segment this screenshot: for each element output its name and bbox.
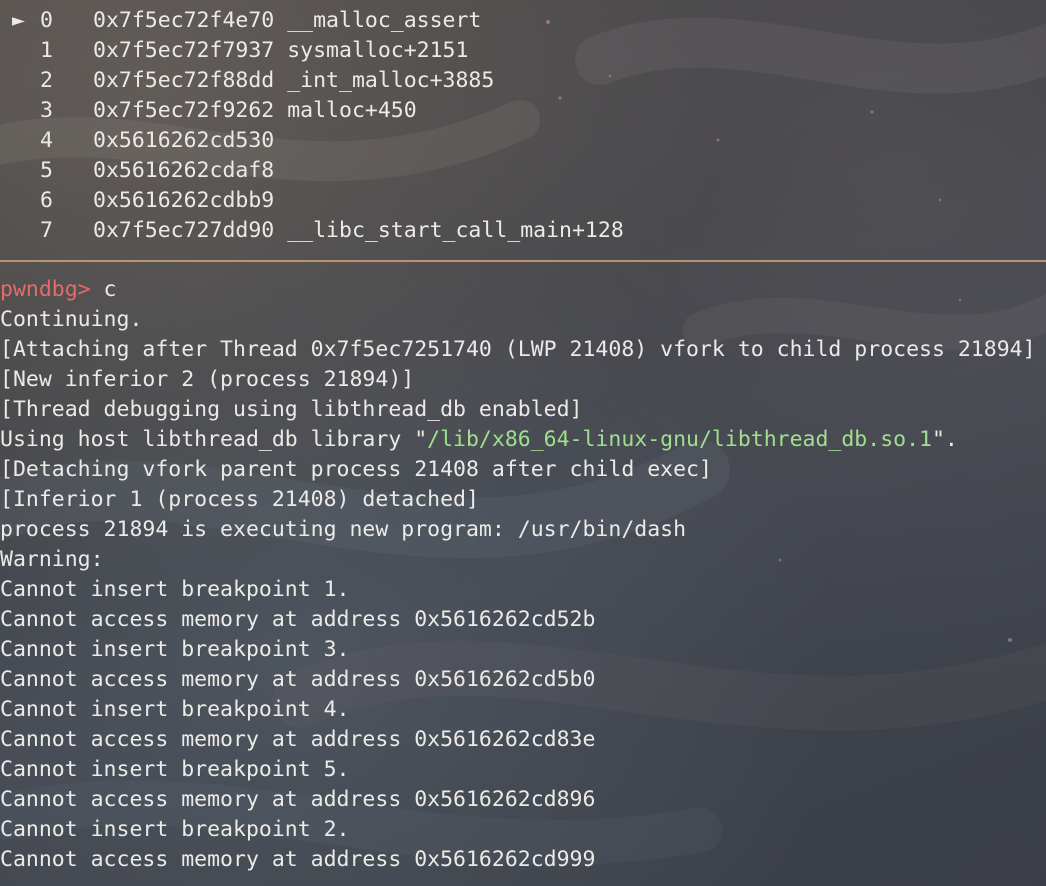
output-line: Cannot insert breakpoint 1.: [0, 577, 350, 602]
frame-address: 0x5616262cd530: [93, 128, 275, 153]
pwndbg-prompt: pwndbg>: [0, 277, 91, 302]
output-line: Cannot access memory at address 0x561626…: [0, 667, 596, 692]
output-line: Cannot access memory at address 0x561626…: [0, 787, 596, 812]
output-line: [Attaching after Thread 0x7f5ec7251740 (…: [0, 337, 1036, 362]
output-line: [New inferior 2 (process 21894)]: [0, 367, 415, 392]
backtrace-frame: ► 0 0x7f5ec72f4e70 __malloc_assert: [0, 6, 1046, 36]
current-frame-marker: [0, 186, 30, 216]
output-before: Continuing. [Attaching after Thread 0x7f5…: [0, 305, 1046, 425]
output-line: Warning:: [0, 547, 104, 572]
current-frame-marker: [0, 66, 30, 96]
current-frame-marker: ►: [12, 8, 25, 33]
output-after: [Detaching vfork parent process 21408 af…: [0, 455, 1046, 875]
output-line: Cannot access memory at address 0x561626…: [0, 607, 596, 632]
backtrace-frame: 6 0x5616262cdbb9: [0, 186, 1046, 216]
frame-symbol: __malloc_assert: [287, 8, 482, 33]
frame-symbol: sysmalloc+2151: [287, 38, 469, 63]
backtrace-frame: 1 0x7f5ec72f7937 sysmalloc+2151: [0, 36, 1046, 66]
frame-index: 5: [40, 158, 53, 183]
output-line: Cannot insert breakpoint 4.: [0, 697, 350, 722]
frame-index: 6: [40, 188, 53, 213]
output-line: [Thread debugging using libthread_db ena…: [0, 397, 583, 422]
frame-index: 2: [40, 68, 53, 93]
backtrace-frame: 3 0x7f5ec72f9262 malloc+450: [0, 96, 1046, 126]
frame-address: 0x7f5ec72f7937: [93, 38, 275, 63]
library-path: /lib/x86_64-linux-gnu/libthread_db.so.1: [427, 427, 932, 452]
frame-address: 0x7f5ec72f88dd: [93, 68, 275, 93]
backtrace-frame: 2 0x7f5ec72f88dd _int_malloc+3885: [0, 66, 1046, 96]
current-frame-marker: [0, 96, 30, 126]
frame-index: 0: [40, 8, 53, 33]
frame-symbol: __libc_start_call_main+128: [287, 218, 624, 243]
frame-address: 0x7f5ec72f4e70: [93, 8, 275, 33]
output-line: Cannot insert breakpoint 2.: [0, 817, 350, 842]
frame-address: 0x7f5ec727dd90: [93, 218, 275, 243]
frame-index: 4: [40, 128, 53, 153]
frame-address: 0x7f5ec72f9262: [93, 98, 275, 123]
frame-index: 1: [40, 38, 53, 63]
frame-address: 0x5616262cdbb9: [93, 188, 275, 213]
terminal[interactable]: ► 0 0x7f5ec72f4e70 __malloc_assert 1 0x7f5ec7…: [0, 6, 1046, 875]
host-lib-prefix: Using host libthread_db library ": [0, 427, 428, 452]
current-frame-marker: [0, 36, 30, 66]
output-line: Cannot access memory at address 0x561626…: [0, 727, 596, 752]
output-line: process 21894 is executing new program: …: [0, 517, 687, 542]
separator-line: [0, 260, 1046, 262]
current-frame-marker: [0, 156, 30, 186]
output-line: [Detaching vfork parent process 21408 af…: [0, 457, 712, 482]
frame-index: 7: [40, 218, 53, 243]
current-frame-marker: [0, 216, 30, 246]
current-frame-marker: [0, 126, 30, 156]
backtrace-frame: 4 0x5616262cd530: [0, 126, 1046, 156]
output-line: Cannot insert breakpoint 5.: [0, 757, 350, 782]
backtrace: ► 0 0x7f5ec72f4e70 __malloc_assert 1 0x7f5ec7…: [0, 6, 1046, 246]
backtrace-frame: 5 0x5616262cdaf8: [0, 156, 1046, 186]
prompt-line[interactable]: pwndbg> c: [0, 275, 1046, 305]
backtrace-frame: 7 0x7f5ec727dd90 __libc_start_call_main+12…: [0, 216, 1046, 246]
host-library-line: Using host libthread_db library "/lib/x8…: [0, 425, 1046, 455]
output-line: Cannot access memory at address 0x561626…: [0, 847, 596, 872]
host-lib-suffix: ".: [931, 427, 958, 452]
frame-symbol: malloc+450: [287, 98, 417, 123]
frame-symbol: _int_malloc+3885: [287, 68, 495, 93]
output-line: [Inferior 1 (process 21408) detached]: [0, 487, 479, 512]
command-text: c: [90, 277, 117, 302]
frame-address: 0x5616262cdaf8: [93, 158, 275, 183]
frame-index: 3: [40, 98, 53, 123]
output-line: Cannot insert breakpoint 3.: [0, 637, 350, 662]
output-line: Continuing.: [0, 307, 143, 332]
